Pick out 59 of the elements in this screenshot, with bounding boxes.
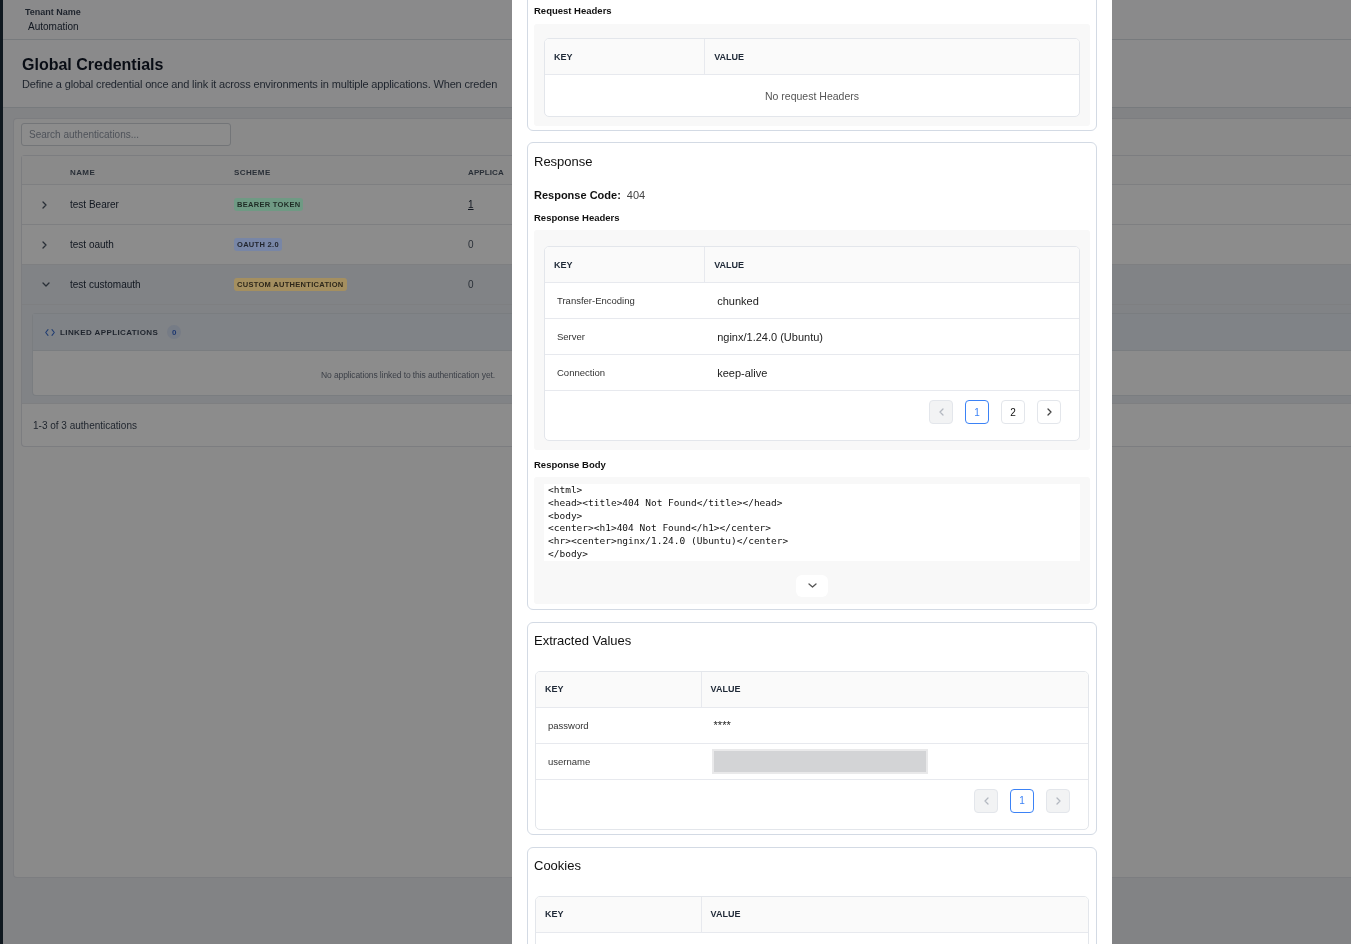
column-header: APPLICA bbox=[468, 168, 504, 177]
chevron-left-icon bbox=[983, 796, 989, 805]
column-header: KEY bbox=[545, 909, 564, 920]
empty-state-text: No applications linked to this authentication yet. bbox=[320, 370, 496, 380]
table-cell-text: nginx/1.24.0 (Ubuntu) bbox=[716, 329, 824, 345]
table-cell-text: Transfer-Encoding bbox=[556, 294, 636, 308]
applications-count: 0 bbox=[468, 279, 474, 290]
pagination-summary: 1-3 of 3 authentications bbox=[33, 419, 137, 431]
column-header: VALUE bbox=[714, 259, 745, 270]
section-title: Extracted Values bbox=[534, 631, 633, 650]
section-label: Request Headers bbox=[534, 4, 613, 18]
column-header: VALUE bbox=[710, 684, 741, 695]
chevron-down-icon[interactable] bbox=[42, 282, 50, 287]
expand-button[interactable] bbox=[796, 574, 828, 597]
column-header: VALUE bbox=[714, 51, 745, 62]
search-field[interactable]: Search authentications... bbox=[21, 123, 231, 146]
section-title: Response bbox=[534, 153, 594, 171]
response-code: 404 bbox=[626, 188, 646, 203]
chevron-right-icon[interactable] bbox=[42, 200, 47, 209]
page-button[interactable]: 1 bbox=[1010, 788, 1034, 813]
applications-count-link[interactable]: 1 bbox=[468, 199, 474, 210]
section-title: Cookies bbox=[534, 856, 582, 875]
column-header: KEY bbox=[545, 684, 564, 695]
applications-count: 0 bbox=[468, 239, 474, 250]
response-code-label: Response Code: bbox=[534, 188, 621, 203]
table-cell-text: password bbox=[547, 718, 590, 733]
page-title: Global Credentials bbox=[22, 55, 164, 75]
tenant-name: Automation bbox=[27, 20, 79, 34]
column-header: SCHEME bbox=[234, 168, 271, 177]
credential-name: test oauth bbox=[70, 239, 114, 250]
code-brackets-icon bbox=[45, 328, 55, 336]
response-body-code: <html> <head><title>404 Not Found</title></head> <body> <center><h1>404 Not Found</h1></center> <hr><center>nginx/1.24.0 (Ubuntu)</center> </body> bbox=[544, 484, 1080, 561]
column-header: VALUE bbox=[710, 909, 741, 920]
chevron-right-icon[interactable] bbox=[42, 240, 47, 249]
column-header: KEY bbox=[554, 51, 573, 62]
tenant-label: Tenant Name bbox=[25, 6, 81, 19]
chevron-right-icon bbox=[1046, 408, 1052, 416]
page-button[interactable]: 1 bbox=[965, 400, 989, 424]
table-cell-text: Server bbox=[556, 330, 586, 344]
page-description: Define a global credential once and link it across environments in multiple applications. When creden bbox=[22, 77, 498, 91]
credential-name: test Bearer bbox=[70, 199, 119, 210]
table-cell-text: username bbox=[547, 754, 592, 769]
column-header: KEY bbox=[554, 259, 573, 270]
table-cell-text: Connection bbox=[556, 366, 607, 380]
credential-name: test customauth bbox=[70, 279, 141, 290]
count-badge: 0 bbox=[167, 325, 182, 339]
next-page-button[interactable] bbox=[1037, 400, 1061, 424]
chevron-left-icon bbox=[938, 408, 944, 416]
table-cell-text: chunked bbox=[716, 293, 760, 309]
section-title: LINKED APPLICATIONS bbox=[60, 327, 159, 337]
chevron-right-icon bbox=[1055, 796, 1061, 805]
table-cell-text: **** bbox=[712, 718, 732, 734]
chevron-down-icon bbox=[807, 583, 817, 589]
empty-state-text: No request Headers bbox=[765, 89, 859, 102]
page-button[interactable]: 2 bbox=[1001, 400, 1025, 424]
section-label: Response Body bbox=[534, 458, 607, 472]
column-header: NAME bbox=[70, 168, 96, 177]
table-cell-text: keep-alive bbox=[716, 365, 769, 381]
section-label: Response Headers bbox=[534, 211, 621, 225]
